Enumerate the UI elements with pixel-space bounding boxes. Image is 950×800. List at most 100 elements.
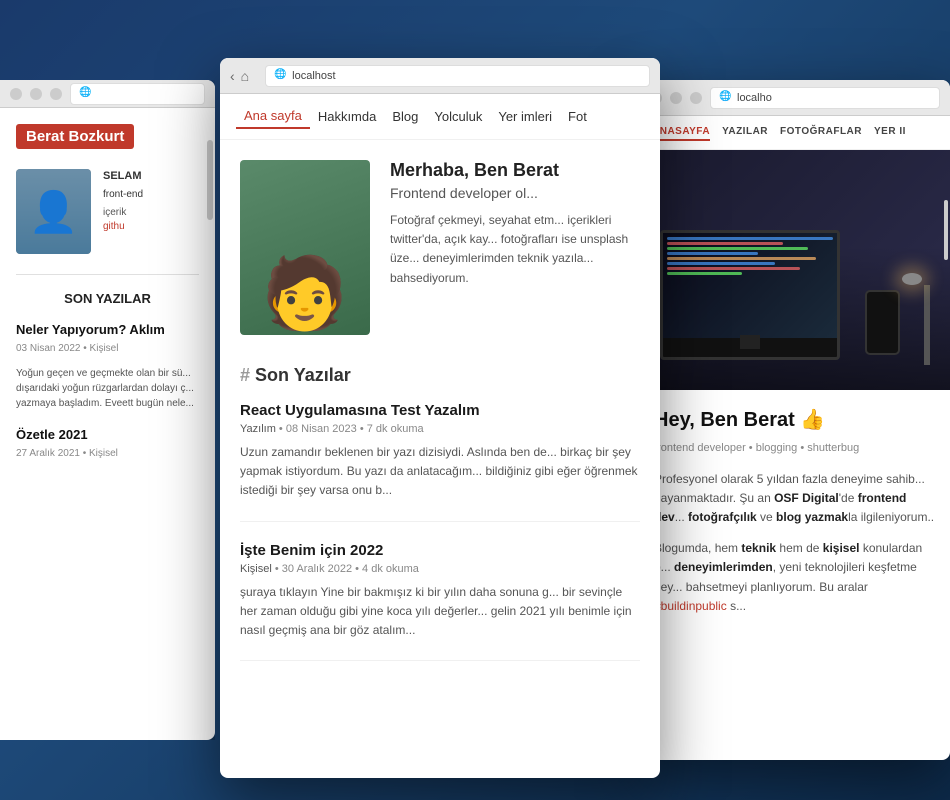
bio-text: SELAM front-end içerik githu [103, 169, 143, 234]
window-close-btn[interactable] [10, 88, 22, 100]
favicon-left: 🌐 [79, 87, 93, 101]
son-yazilar-title: SON YAZILAR [16, 291, 199, 306]
favicon-right: 🌐 [719, 91, 733, 105]
scrollbar-right[interactable] [944, 200, 948, 260]
win3-nav-fotograflar[interactable]: FOTOĞRAFLAR [780, 124, 862, 141]
divider-1 [16, 274, 199, 275]
teknik-label: teknik [741, 541, 776, 555]
nav-hakkimda[interactable]: Hakkımda [310, 105, 385, 128]
hash-symbol: # [240, 365, 255, 385]
avatar-image [16, 169, 91, 254]
article-cat-2: Kişisel [240, 563, 272, 575]
photography-label: fotoğrafçılık [688, 510, 757, 524]
nav-fot[interactable]: Fot [560, 105, 595, 128]
lamp-shade [902, 273, 922, 285]
osf-link[interactable]: OSF Digital [774, 491, 839, 505]
back-arrow-icon[interactable]: ‹ [230, 68, 235, 84]
url-bar-center[interactable]: 🌐 localhost [265, 65, 650, 87]
article-date-1: • 08 Nisan 2023 • 7 dk okuma [279, 423, 424, 435]
win3-para-2: Blogumda, hem teknik hem de kişisel konu… [654, 539, 936, 616]
hero-subtitle: Frontend developer ol... [390, 185, 640, 201]
nav-blog[interactable]: Blog [384, 105, 426, 128]
browser-bar-left: 🌐 [0, 80, 215, 108]
monitor-stand [740, 335, 760, 349]
article-meta-1: Yazılım • 08 Nisan 2023 • 7 dk okuma [240, 423, 640, 435]
kisisel-label: kişisel [823, 541, 860, 555]
win3-para-1: Profesyonel olarak 5 yıldan fazla deneyi… [654, 470, 936, 528]
code-line-8 [667, 272, 742, 275]
win3-nav: ANASAYFA YAZILAR FOTOĞRAFLAR YER II [640, 116, 950, 150]
post-meta-2: 27 Aralık 2021 • Kişisel [16, 448, 199, 459]
desk-scene [640, 150, 950, 390]
code-line-1 [667, 237, 833, 240]
browser-bar-center: ‹ ⌂ 🌐 localhost [220, 58, 660, 94]
article-date-2: • 30 Aralık 2022 • 4 dk okuma [275, 563, 419, 575]
post-excerpt-1: Yoğun geçen ve geçmekte olan bir sü... d… [16, 366, 199, 411]
window-max-btn-r[interactable] [690, 92, 702, 104]
article-excerpt-2: şuraya tıklayın Yine bir bakmışız ki bir… [240, 583, 640, 641]
browser-window-left: 🌐 Berat Bozkurt SELAM front-end içerik g… [0, 80, 215, 740]
win3-body: Hey, Ben Berat 👍 frontend developer • bl… [640, 150, 950, 642]
url-bar-left[interactable]: 🌐 [70, 83, 205, 105]
blog-label: blog yazmak [776, 510, 848, 524]
url-bar-right[interactable]: 🌐 localho [710, 87, 940, 109]
son-yazilar-heading: # Son Yazılar [240, 365, 640, 386]
url-text-right: localho [737, 92, 772, 104]
code-line-7 [667, 267, 800, 270]
profile-section: SELAM front-end içerik githu [16, 169, 199, 254]
browser-nav-center: ‹ ⌂ [230, 68, 249, 84]
article-meta-2: Kişisel • 30 Aralık 2022 • 4 dk okuma [240, 563, 640, 575]
window-min-btn-r[interactable] [670, 92, 682, 104]
win3-hero-subtitle: frontend developer • blogging • shutterb… [654, 440, 936, 458]
article-title-2[interactable]: İşte Benim için 2022 [240, 542, 640, 559]
post-title-1[interactable]: Neler Yapıyorum? Aklım [16, 322, 199, 339]
scene: 🌐 Berat Bozkurt SELAM front-end içerik g… [0, 0, 950, 800]
name-badge: Berat Bozkurt [16, 124, 134, 149]
github-link[interactable]: githu [103, 220, 143, 234]
win3-nav-yazilar[interactable]: YAZILAR [722, 124, 768, 141]
article-title-1[interactable]: React Uygulamasına Test Yazalım [240, 402, 640, 419]
hero-title: Merhaba, Ben Berat [390, 160, 640, 181]
window-min-btn[interactable] [30, 88, 42, 100]
deneyimler-label: deneyimlerimden [674, 560, 773, 574]
home-icon[interactable]: ⌂ [241, 68, 249, 84]
win3-nav-yer[interactable]: YER II [874, 124, 906, 141]
post-title-2[interactable]: Özetle 2021 [16, 427, 199, 444]
favicon-center: 🌐 [274, 69, 288, 83]
code-line-4 [667, 252, 758, 255]
article-2: İşte Benim için 2022 Kişisel • 30 Aralık… [240, 542, 640, 662]
content-label: içerik [103, 206, 143, 220]
buildinpublic-link[interactable]: #buildinpublic [654, 599, 727, 613]
browser-window-right: 🌐 localho ANASAYFA YAZILAR FOTOĞRAFLAR Y… [640, 80, 950, 760]
code-line-6 [667, 262, 775, 265]
win2-nav: Ana sayfa Hakkımda Blog Yolculuk Yer iml… [220, 94, 660, 140]
browser-window-center: ‹ ⌂ 🌐 localhost Ana sayfa Hakkımda Blog … [220, 58, 660, 778]
hero-description: Fotoğraf çekmeyi, seyahat etm... içerikl… [390, 211, 640, 288]
post-meta-1: 03 Nisan 2022 • Kişisel [16, 343, 199, 354]
nav-yolculuk[interactable]: Yolculuk [426, 105, 490, 128]
phone-prop [865, 290, 900, 355]
hero-text: Merhaba, Ben Berat Frontend developer ol… [390, 160, 640, 335]
article-excerpt-1: Uzun zamandır beklenen bir yazı dizisiyd… [240, 443, 640, 501]
hero-section: Merhaba, Ben Berat Frontend developer ol… [240, 160, 640, 335]
code-line-3 [667, 247, 808, 250]
greeting: SELAM [103, 169, 143, 184]
son-yazilar-label: Son Yazılar [255, 365, 351, 385]
win3-hero-image [640, 150, 950, 390]
nav-anasayfa[interactable]: Ana sayfa [236, 104, 310, 129]
win1-content: Berat Bozkurt SELAM front-end içerik git… [0, 108, 215, 487]
window-max-btn[interactable] [50, 88, 62, 100]
scrollbar-left[interactable] [207, 140, 213, 220]
code-line-2 [667, 242, 783, 245]
win3-nav-anasayfa[interactable]: ANASAYFA [652, 124, 710, 141]
win3-text-body: Hey, Ben Berat 👍 frontend developer • bl… [640, 390, 950, 642]
article-1: React Uygulamasına Test Yazalım Yazılım … [240, 402, 640, 522]
lamp [924, 285, 930, 365]
url-text-center: localhost [292, 70, 335, 82]
win3-hero-heading: Hey, Ben Berat 👍 [654, 404, 936, 436]
avatar [16, 169, 91, 254]
monitor [660, 230, 840, 360]
hero-image [240, 160, 370, 335]
nav-yer-imleri[interactable]: Yer imleri [490, 105, 560, 128]
browser-bar-right: 🌐 localho [640, 80, 950, 116]
